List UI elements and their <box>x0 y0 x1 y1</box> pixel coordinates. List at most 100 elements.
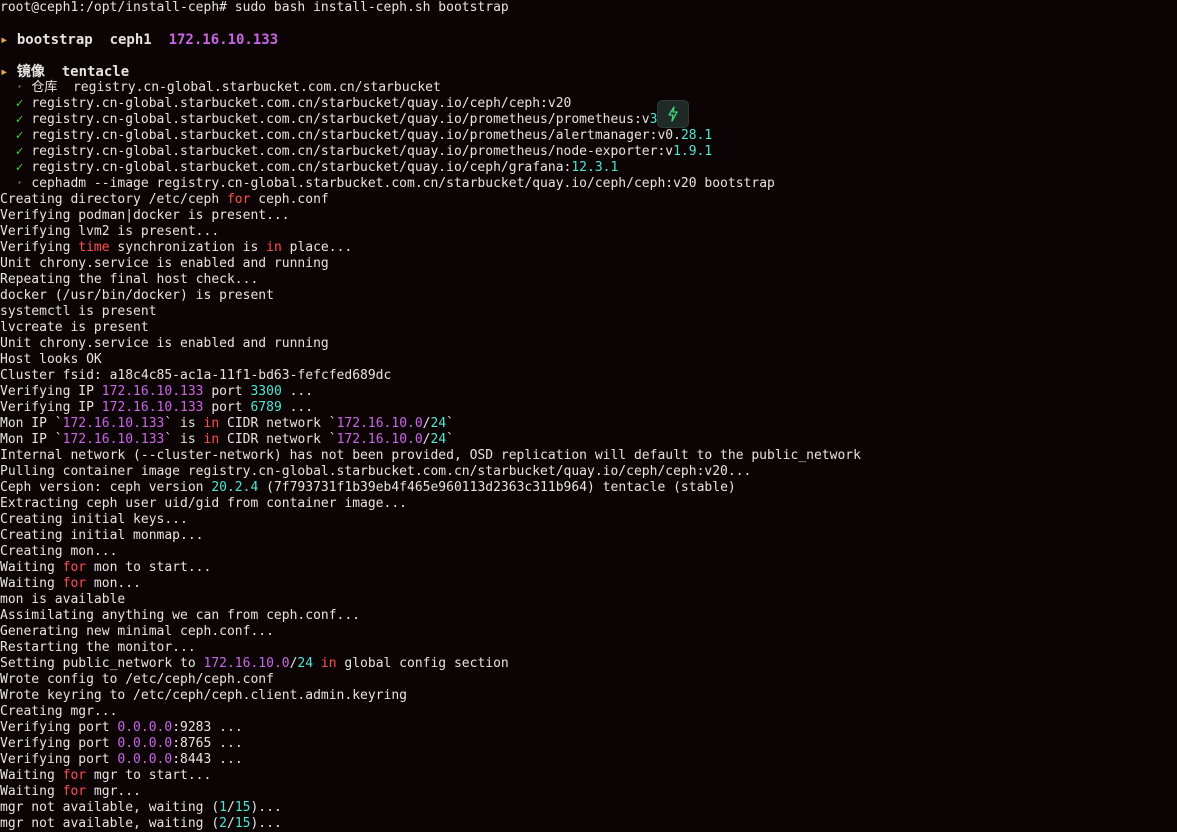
terminal-text: registry.cn-global.starbucket.com.cn/sta… <box>57 80 441 95</box>
terminal-text: port <box>203 400 251 415</box>
terminal-text: Mon IP ` <box>0 432 63 447</box>
terminal-line: Wrote keyring to /etc/ceph/ceph.client.a… <box>0 688 407 704</box>
terminal-line: Creating mon... <box>0 544 117 560</box>
terminal-line: Extracting ceph user uid/gid from contai… <box>0 496 407 512</box>
terminal-text: bootstrap ceph1 <box>16 32 169 48</box>
terminal-text: / <box>422 416 431 431</box>
terminal-text: mgr... <box>86 784 141 799</box>
terminal-text: ✓ <box>0 128 32 143</box>
terminal-text: Waiting <box>0 784 63 799</box>
terminal-text: 20.2.4 <box>211 480 259 495</box>
terminal-text: Verifying port <box>0 736 118 751</box>
terminal-line: Waiting for mgr... <box>0 784 141 800</box>
terminal-line: Pulling container image registry.cn-glob… <box>0 464 751 480</box>
terminal-text: mgr to start... <box>86 768 212 783</box>
terminal-text: CIDR network ` <box>219 416 337 431</box>
terminal-text: 172.16.10.0 <box>203 656 290 671</box>
terminal-text: Wrote config to /etc/ceph/ceph.conf <box>0 672 274 687</box>
terminal-line: Waiting for mon... <box>0 576 141 592</box>
terminal-text: 24 <box>430 416 447 431</box>
terminal-text: Restarting the monitor... <box>0 640 196 655</box>
terminal-line: Waiting for mon to start... <box>0 560 211 576</box>
terminal-text: cephadm --image registry.cn-global.starb… <box>31 176 775 191</box>
terminal-line: ▸ bootstrap ceph1 172.16.10.133 <box>0 32 278 48</box>
terminal-line: Verifying port 0.0.0.0:8765 ... <box>0 736 243 752</box>
terminal-line: Assimilating anything we can from ceph.c… <box>0 608 360 624</box>
terminal-text: Verifying <box>0 240 79 255</box>
terminal-text: for <box>226 192 251 207</box>
terminal-text: · <box>0 176 32 191</box>
terminal-text: ✓ <box>0 144 32 159</box>
terminal-text: Waiting <box>0 560 63 575</box>
terminal-line: · cephadm --image registry.cn-global.sta… <box>0 176 775 192</box>
terminal-line: ✓ registry.cn-global.starbucket.com.cn/s… <box>0 128 713 144</box>
terminal-window[interactable]: root@ceph1:/opt/install-ceph# sudo bash … <box>0 0 1177 832</box>
terminal-text: registry.cn-global.starbucket.com.cn/sta… <box>31 128 681 143</box>
terminal-text: Cluster fsid: a18c4c85-ac1a-11f1-bd63-fe… <box>0 368 392 383</box>
terminal-text: Assimilating anything we can from ceph.c… <box>0 608 361 623</box>
terminal-text: registry.cn-global.starbucket.com.cn/sta… <box>31 160 572 175</box>
terminal-text: place... <box>281 240 353 255</box>
terminal-text: 172.16.10.133 <box>168 32 279 48</box>
floating-action-button[interactable] <box>657 100 689 128</box>
terminal-text: Waiting <box>0 768 63 783</box>
terminal-text: time <box>78 240 110 255</box>
terminal-line: Verifying IP 172.16.10.133 port 6789 ... <box>0 400 313 416</box>
terminal-line: mon is available <box>0 592 125 608</box>
terminal-text: root@ceph1:/opt/install-ceph# sudo bash … <box>0 0 509 15</box>
terminal-text: 1.9.1 <box>673 144 713 159</box>
terminal-text: registry.cn-global.starbucket.com.cn/sta… <box>31 112 650 127</box>
terminal-text: ` <box>446 432 454 447</box>
terminal-text: for <box>62 576 87 591</box>
terminal-text: Host looks OK <box>0 352 102 367</box>
terminal-line: mgr not available, waiting (2/15)... <box>0 816 282 832</box>
terminal-text: in <box>203 416 220 431</box>
terminal-text: 15 <box>234 816 251 831</box>
terminal-text: )... <box>250 800 282 815</box>
terminal-text: 172.16.10.133 <box>101 384 204 399</box>
terminal-line: root@ceph1:/opt/install-ceph# sudo bash … <box>0 0 509 16</box>
terminal-line: Verifying port 0.0.0.0:8443 ... <box>0 752 243 768</box>
terminal-text: ... <box>281 384 314 399</box>
terminal-line: Creating mgr... <box>0 704 117 720</box>
terminal-text: Ceph version: ceph version <box>0 480 212 495</box>
terminal-text: (7f793731f1b39eb4f465e960113d2363c311b96… <box>258 480 736 495</box>
terminal-line: Verifying lvm2 is present... <box>0 224 219 240</box>
terminal-line: Waiting for mgr to start... <box>0 768 211 784</box>
terminal-text: Creating initial monmap... <box>0 528 204 543</box>
terminal-text: Repeating the final host check... <box>0 272 259 287</box>
terminal-line: Restarting the monitor... <box>0 640 196 656</box>
terminal-text: ` <box>446 416 454 431</box>
terminal-line: Verifying time synchronization is in pla… <box>0 240 352 256</box>
terminal-text: :9283 ... <box>172 720 243 735</box>
terminal-line: · 仓库 registry.cn-global.starbucket.com.c… <box>0 80 441 96</box>
terminal-text: 2 <box>219 816 227 831</box>
terminal-text: docker (/usr/bin/docker) is present <box>0 288 274 303</box>
terminal-text: Verifying IP <box>0 384 102 399</box>
terminal-text: 28.1 <box>680 128 713 143</box>
terminal-text: ✓ <box>0 160 32 175</box>
terminal-line: Mon IP `172.16.10.133` is in CIDR networ… <box>0 432 454 448</box>
terminal-text: ▸ <box>0 32 17 48</box>
terminal-text: / <box>422 432 431 447</box>
terminal-text: mon to start... <box>86 560 212 575</box>
terminal-text: 镜像 <box>16 64 45 80</box>
terminal-text: global config section <box>336 656 509 671</box>
terminal-text: Verifying podman|docker is present... <box>0 208 290 223</box>
terminal-text: mgr not available, waiting ( <box>0 816 220 831</box>
terminal-text: 172.16.10.133 <box>62 416 165 431</box>
terminal-text: / <box>226 800 235 815</box>
terminal-line: Unit chrony.service is enabled and runni… <box>0 336 329 352</box>
terminal-text: 0.0.0.0 <box>117 752 173 767</box>
terminal-text: registry.cn-global.starbucket.com.cn/sta… <box>31 96 572 111</box>
terminal-text: ✓ <box>0 112 32 127</box>
terminal-text: Verifying port <box>0 752 118 767</box>
terminal-text: Generating new minimal ceph.conf... <box>0 624 274 639</box>
terminal-text: Verifying port <box>0 720 118 735</box>
terminal-text: :8765 ... <box>172 736 243 751</box>
terminal-text: 12.3.1 <box>571 160 619 175</box>
terminal-text: Extracting ceph user uid/gid from contai… <box>0 496 407 511</box>
terminal-line: mgr not available, waiting (1/15)... <box>0 800 282 816</box>
terminal-text: 15 <box>234 800 251 815</box>
terminal-line: Repeating the final host check... <box>0 272 258 288</box>
